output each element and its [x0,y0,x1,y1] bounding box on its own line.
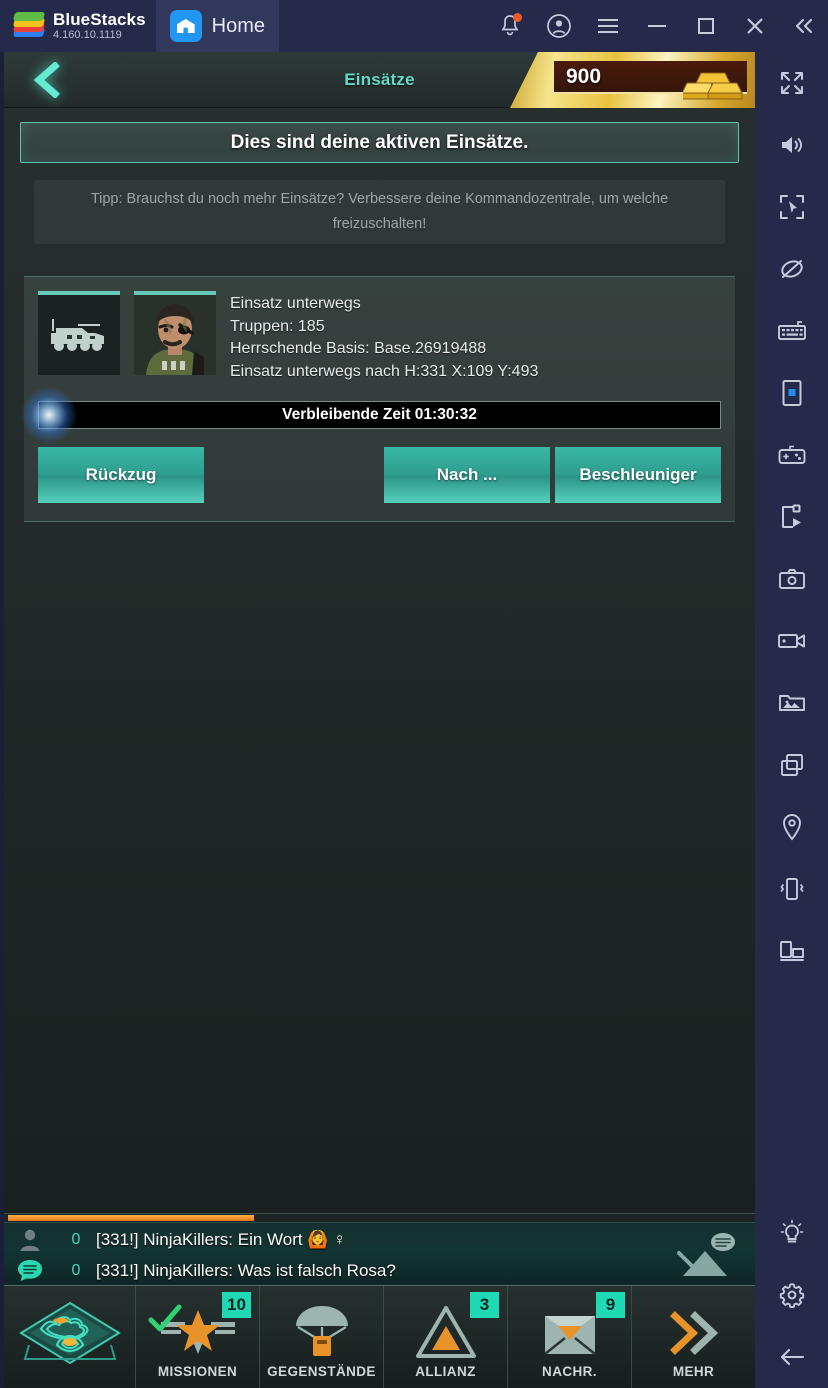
bluestacks-window: BlueStacks 4.160.10.1119 Home World W [0,0,828,1388]
mission-progress-bar: Verbleibende Zeit 01:30:32 [21,387,721,443]
bulb-icon[interactable] [755,1202,828,1264]
chat-message: [331!] NinjaKillers: Was ist falsch Rosa… [96,1260,396,1280]
rotate-screen-icon[interactable] [755,362,828,424]
tip-text: Tipp: Brauchst du noch mehr Einsätze? Ve… [90,191,669,232]
fullscreen-icon[interactable] [755,52,828,114]
nav-allianz-button[interactable]: 3 ALLIANZ [383,1286,507,1388]
collapse-icon[interactable] [779,0,828,52]
close-icon[interactable] [730,0,779,52]
video-icon[interactable] [755,610,828,672]
apc-vehicle-thumb[interactable] [38,291,120,375]
mission-status: Einsatz unterwegs [230,295,361,312]
nav-mehr-button[interactable]: MEHR [631,1286,755,1388]
tip-box: Tipp: Brauchst du noch mehr Einsätze? Ve… [34,180,725,244]
layout-icon[interactable] [755,920,828,982]
nav-nachr-button[interactable]: 9 NACHR. [507,1286,631,1388]
player-icon [4,1227,56,1253]
chat-progress-fill [8,1215,254,1221]
commander-portrait-icon [134,295,216,375]
nav-nachr-label: NACHR. [542,1364,597,1379]
account-icon[interactable] [534,0,583,52]
multi-instance-icon[interactable] [755,734,828,796]
mouse-lock-icon[interactable] [755,176,828,238]
chat-body[interactable]: 0 [331!] NinjaKillers: Ein Wort 🙆 ♀ 0 [3… [4,1222,755,1285]
mission-timer-text: Verbleibende Zeit 01:30:32 [282,406,477,423]
nav-mehr-label: MEHR [672,1364,715,1379]
bottom-navigation: 10 MISSIONEN GEGENSTÄNDE 3 ALLIANZ 9 NAC… [4,1285,755,1388]
commander-portrait-thumb[interactable] [134,291,216,375]
gamepad-icon[interactable] [755,424,828,486]
check-icon [148,1304,182,1332]
retreat-button[interactable]: Rückzug [38,447,204,503]
minimap-icon[interactable] [671,1229,741,1281]
parachute-crate-icon [287,1302,357,1360]
game-viewport: Einsätze 900 Dies sind deine aktiven Ein… [4,52,755,1388]
chat-message: [331!] NinjaKillers: Ein Wort 🙆 ♀ [96,1229,346,1249]
mission-base: Herrschende Basis: Base.26919488 [230,340,487,357]
tab-home[interactable]: Home [155,0,280,52]
bluestacks-brand: BlueStacks 4.160.10.1119 [0,0,156,52]
bluestacks-version: 4.160.10.1119 [53,28,122,41]
chat-panel[interactable]: 0 [331!] NinjaKillers: Ein Wort 🙆 ♀ 0 [3… [4,1213,755,1285]
back-arrow-icon[interactable] [755,1326,828,1388]
bluestacks-titlebar: BlueStacks 4.160.10.1119 Home World W [0,0,828,1388]
eye-off-icon[interactable] [755,238,828,300]
gear-icon[interactable] [755,1264,828,1326]
chat-row[interactable]: 0 [331!] NinjaKillers: Ein Wort 🙆 ♀ [4,1224,755,1255]
location-icon[interactable] [755,796,828,858]
menu-icon[interactable] [583,0,632,52]
home-icon [169,10,202,42]
world-map-icon [18,1301,121,1365]
notifications-icon[interactable] [485,0,534,52]
allianz-badge: 3 [470,1292,499,1318]
nav-gegenstaende-button[interactable]: GEGENSTÄNDE [259,1286,383,1388]
mission-actions: Rückzug Nach ... Beschleuniger [38,447,721,503]
window-controls [485,0,828,52]
nav-missionen-label: MISSIONEN [157,1364,238,1379]
nav-missionen-button[interactable]: 10 MISSIONEN [135,1286,259,1388]
progress-spark-icon [21,387,77,443]
nav-gegenstaende-label: GEGENSTÄNDE [267,1364,376,1379]
game-header: Einsätze 900 [4,52,755,108]
active-missions-banner-text: Dies sind deine aktiven Einsätze. [230,131,529,153]
bluestacks-sidebar [755,52,828,1388]
envelope-icon [539,1302,601,1360]
currency-indicator[interactable]: 900 [510,52,755,108]
nav-map-button[interactable] [4,1286,135,1388]
macro-icon[interactable] [755,486,828,548]
bluestacks-brand-name: BlueStacks [53,9,146,29]
speedup-button[interactable]: Beschleuniger [555,447,721,503]
apc-vehicle-icon [51,319,104,351]
nachr-badge: 9 [596,1292,625,1318]
keyboard-icon[interactable] [755,300,828,362]
mission-troops: Truppen: 185 [230,317,325,335]
mission-target: Einsatz unterwegs nach H:331 X:109 Y:493 [230,362,539,380]
alliance-triangle-icon [415,1302,477,1360]
mission-card[interactable]: Einsatz unterwegs Truppen: 185 Herrschen… [21,276,735,522]
notification-dot [513,13,522,22]
maximize-icon[interactable] [681,0,730,52]
media-manager-icon[interactable] [755,672,828,734]
double-chevron-right-icon [663,1302,725,1360]
chat-progress-strip [4,1213,755,1222]
chat-count: 0 [71,1230,81,1248]
shake-icon[interactable] [755,858,828,920]
camera-icon[interactable] [755,548,828,610]
chat-count: 0 [71,1261,81,1279]
gold-bars-icon [683,72,743,100]
chat-row[interactable]: 0 [331!] NinjaKillers: Was ist falsch Ro… [4,1255,755,1286]
volume-icon[interactable] [755,114,828,176]
minimize-icon[interactable] [632,0,681,52]
goto-button[interactable]: Nach ... [384,447,550,503]
currency-value: 900 [566,64,602,88]
nav-allianz-label: ALLIANZ [415,1364,476,1379]
active-missions-banner: Dies sind deine aktiven Einsätze. [20,122,739,163]
bluestacks-logo-icon [12,11,46,41]
mission-header: Einsatz unterwegs Truppen: 185 Herrschen… [38,291,721,383]
missionen-badge: 10 [222,1292,251,1318]
chat-bubble-icon [4,1258,56,1284]
tab-home-label: Home [211,14,266,37]
mission-info: Einsatz unterwegs Truppen: 185 Herrschen… [230,291,538,383]
